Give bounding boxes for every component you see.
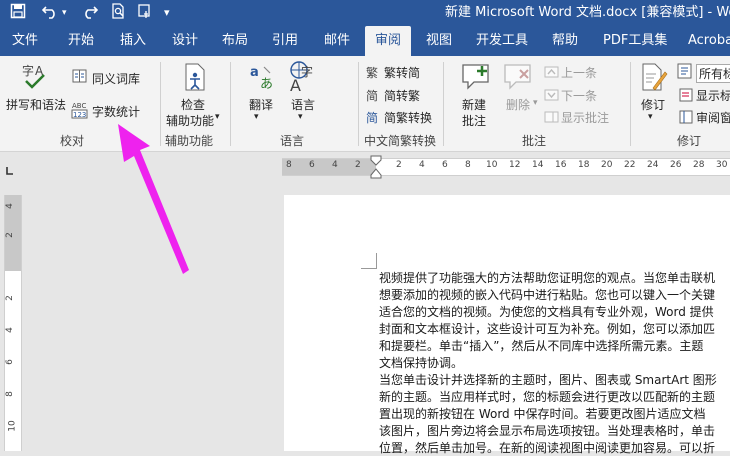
annotation-arrow: [118, 124, 189, 274]
